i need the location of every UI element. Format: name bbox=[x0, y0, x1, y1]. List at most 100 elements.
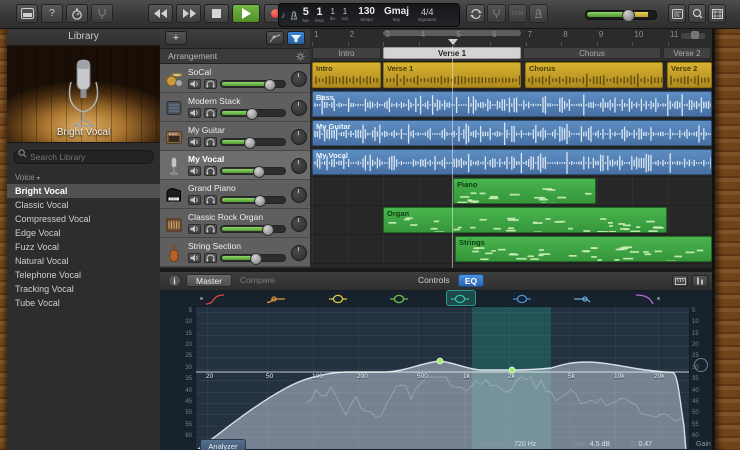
timeline-ruler[interactable]: 1 2 3 4 5 6 7 8 9 10 11 bbox=[310, 28, 712, 47]
region-bass[interactable]: Bass bbox=[312, 91, 712, 117]
track-volume-slider[interactable] bbox=[220, 108, 286, 120]
pan-knob[interactable] bbox=[291, 129, 307, 145]
search-input[interactable] bbox=[13, 150, 154, 164]
mute-button[interactable] bbox=[188, 166, 201, 176]
playhead-handle[interactable] bbox=[448, 39, 458, 45]
region-organ[interactable]: Organ bbox=[383, 207, 667, 233]
region-strings[interactable]: Strings bbox=[455, 236, 712, 262]
region-piano[interactable]: Piano bbox=[453, 178, 596, 204]
eq-band-1-icon[interactable] bbox=[204, 292, 226, 305]
volume-thumb[interactable] bbox=[244, 137, 256, 149]
add-track-button[interactable]: + bbox=[165, 31, 187, 45]
tuner-button[interactable] bbox=[91, 4, 113, 23]
mute-button[interactable] bbox=[188, 224, 201, 234]
editors-button[interactable] bbox=[668, 4, 686, 23]
eq-band-5-icon[interactable] bbox=[449, 292, 471, 304]
track-header[interactable]: Modern Stack bbox=[160, 93, 310, 122]
mute-button[interactable] bbox=[188, 79, 201, 89]
tab-controls[interactable]: Controls bbox=[418, 275, 450, 285]
track-mixer-button[interactable] bbox=[287, 31, 305, 45]
info-button[interactable]: i bbox=[168, 274, 181, 287]
region-my-vocal[interactable]: My Vocal bbox=[312, 149, 712, 175]
volume-thumb[interactable] bbox=[245, 108, 258, 120]
library-item[interactable]: Telephone Vocal bbox=[7, 268, 160, 282]
volume-thumb[interactable] bbox=[250, 253, 262, 265]
solo-button[interactable] bbox=[204, 79, 217, 89]
track-volume-slider[interactable] bbox=[220, 224, 286, 236]
arrangement-row[interactable]: Arrangement bbox=[160, 49, 310, 64]
region-verse-2[interactable]: Verse 2 bbox=[667, 62, 712, 88]
arrangement-marker[interactable]: Intro bbox=[312, 47, 381, 59]
track-volume-slider[interactable] bbox=[220, 79, 286, 91]
track-volume-slider[interactable] bbox=[220, 137, 286, 149]
lcd-display[interactable]: ♪ 5 bar 1 beat 1 div 1 tick 130 tempo Gmaj key… bbox=[278, 3, 460, 27]
zoom-slider[interactable] bbox=[680, 31, 706, 40]
tuner-lcd-button[interactable] bbox=[487, 4, 506, 23]
region-intro[interactable]: Intro bbox=[312, 62, 381, 88]
eq-band-4-icon[interactable] bbox=[388, 292, 410, 304]
master-volume-slider[interactable] bbox=[585, 9, 657, 22]
arrangement-marker[interactable]: Verse 2 bbox=[663, 47, 711, 59]
pan-knob[interactable] bbox=[291, 187, 307, 203]
mute-button[interactable] bbox=[188, 253, 201, 263]
library-section-voice[interactable]: Voice ▾ bbox=[7, 169, 160, 184]
library-item[interactable]: Fuzz Vocal bbox=[7, 240, 160, 254]
pan-knob[interactable] bbox=[291, 245, 307, 261]
forward-button[interactable] bbox=[176, 4, 201, 23]
volume-thumb[interactable] bbox=[263, 79, 276, 91]
media-browser-button[interactable] bbox=[708, 4, 726, 23]
eq-band-7-icon[interactable] bbox=[572, 292, 594, 304]
pan-knob[interactable] bbox=[291, 216, 307, 232]
solo-button[interactable] bbox=[204, 253, 217, 263]
library-item[interactable]: Natural Vocal bbox=[7, 254, 160, 268]
library-toggle-button[interactable] bbox=[16, 4, 38, 23]
volume-thumb[interactable] bbox=[253, 166, 265, 178]
keyboard-button[interactable] bbox=[672, 275, 688, 287]
eq-band-6-icon[interactable] bbox=[511, 292, 533, 304]
region-my-guitar[interactable]: My Guitar bbox=[312, 120, 712, 146]
volume-knob[interactable] bbox=[622, 9, 635, 22]
tab-eq[interactable]: EQ bbox=[458, 274, 484, 287]
pan-knob[interactable] bbox=[291, 158, 307, 174]
volume-thumb[interactable] bbox=[262, 224, 274, 236]
track-header[interactable]: My Vocal bbox=[160, 151, 310, 180]
volume-thumb[interactable] bbox=[254, 195, 267, 207]
track-volume-slider[interactable] bbox=[220, 166, 286, 178]
track-volume-slider[interactable] bbox=[220, 195, 286, 207]
region-chorus[interactable]: Chorus bbox=[525, 62, 663, 88]
track-header[interactable]: My Guitar bbox=[160, 122, 310, 151]
solo-button[interactable] bbox=[204, 137, 217, 147]
track-header[interactable]: Grand Piano bbox=[160, 180, 310, 209]
track-header[interactable]: String Section bbox=[160, 238, 310, 267]
solo-button[interactable] bbox=[204, 166, 217, 176]
readout-gain[interactable]: Gain 4.5 dB bbox=[572, 441, 610, 448]
eq-band-3-icon[interactable] bbox=[327, 292, 349, 304]
library-item[interactable]: Bright Vocal bbox=[7, 184, 160, 198]
automation-button[interactable] bbox=[266, 31, 284, 45]
master-button[interactable]: Master bbox=[186, 274, 232, 287]
stop-button[interactable] bbox=[204, 4, 229, 23]
play-button[interactable] bbox=[232, 4, 260, 23]
library-item[interactable]: Edge Vocal bbox=[7, 226, 160, 240]
cycle-region[interactable] bbox=[383, 30, 521, 36]
pan-knob[interactable] bbox=[291, 100, 307, 116]
count-in-button[interactable]: 1234 bbox=[508, 4, 527, 23]
mute-button[interactable] bbox=[188, 137, 201, 147]
solo-button[interactable] bbox=[204, 108, 217, 118]
solo-button[interactable] bbox=[204, 195, 217, 205]
quick-help-button[interactable]: ? bbox=[41, 4, 63, 23]
metronome-button[interactable] bbox=[529, 4, 548, 23]
readout-q[interactable]: Q 0.47 bbox=[630, 441, 652, 448]
compare-button[interactable]: Compare bbox=[240, 275, 275, 285]
pan-knob[interactable] bbox=[291, 71, 307, 87]
gain-knob[interactable] bbox=[694, 358, 708, 372]
track-volume-slider[interactable] bbox=[220, 253, 286, 265]
timer-button[interactable] bbox=[66, 4, 88, 23]
gear-icon[interactable] bbox=[296, 52, 305, 61]
analyzer-button[interactable]: Analyzer bbox=[200, 439, 246, 450]
library-item[interactable]: Tube Vocal bbox=[7, 296, 160, 310]
track-header[interactable]: SoCal bbox=[160, 64, 310, 93]
library-item[interactable]: Compressed Vocal bbox=[7, 212, 160, 226]
readout-frequency[interactable]: Frequency 720 Hz bbox=[478, 441, 536, 448]
library-item[interactable]: Tracking Vocal bbox=[7, 282, 160, 296]
